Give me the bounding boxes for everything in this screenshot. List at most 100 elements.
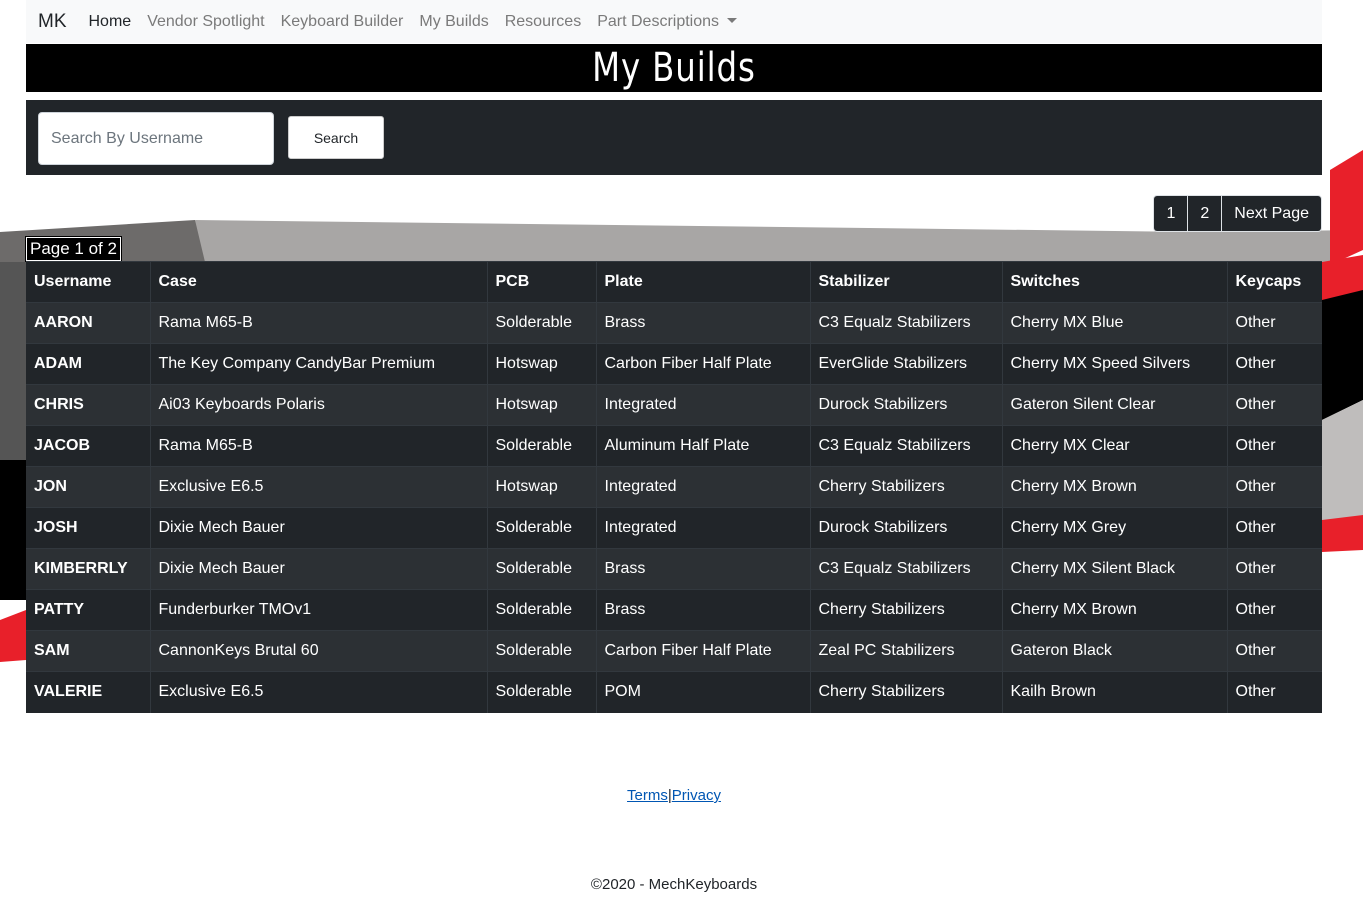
- cell-username: JOSH: [26, 507, 150, 549]
- cell-pcb: Solderable: [486, 507, 596, 549]
- cell-switches: Gateron Silent Clear: [1001, 384, 1227, 426]
- cell-pcb: Hotswap: [486, 343, 596, 385]
- cell-stabilizer: Durock Stabilizers: [809, 507, 1002, 549]
- caret-down-icon: [727, 17, 738, 23]
- cell-pcb: Solderable: [486, 425, 596, 467]
- cell-pcb: Solderable: [486, 671, 596, 713]
- cell-keycaps: Other: [1226, 425, 1322, 467]
- cell-stabilizer: Cherry Stabilizers: [809, 671, 1002, 713]
- col-pcb: PCB: [486, 261, 596, 303]
- cell-switches: Cherry MX Silent Black: [1001, 548, 1227, 590]
- cell-pcb: Hotswap: [486, 466, 596, 508]
- cell-keycaps: Other: [1226, 671, 1322, 713]
- next-page-button[interactable]: Next Page: [1221, 196, 1321, 231]
- nav-keyboard-builder[interactable]: Keyboard Builder: [281, 13, 404, 31]
- cell-username: CHRIS: [26, 384, 150, 426]
- cell-case: The Key Company CandyBar Premium: [149, 343, 487, 385]
- cell-plate: Integrated: [595, 466, 810, 508]
- cell-switches: Cherry MX Grey: [1001, 507, 1227, 549]
- col-keycaps: Keycaps: [1226, 261, 1322, 303]
- page-title: My Builds: [592, 45, 756, 91]
- title-banner: My Builds: [26, 44, 1322, 92]
- brand-logo[interactable]: MK: [26, 11, 67, 33]
- table-row: ADAM The Key Company CandyBar Premium Hots…: [26, 343, 1322, 385]
- nav-part-descriptions-label: Part Descriptions: [597, 12, 720, 30]
- nav-resources[interactable]: Resources: [505, 13, 581, 31]
- cell-switches: Kailh Brown: [1001, 671, 1227, 713]
- cell-keycaps: Other: [1226, 384, 1322, 426]
- cell-stabilizer: Zeal PC Stabilizers: [809, 630, 1002, 672]
- cell-username: PATTY: [26, 589, 150, 631]
- terms-link[interactable]: Terms: [627, 787, 668, 804]
- nav-vendor-spotlight[interactable]: Vendor Spotlight: [147, 13, 264, 31]
- cell-keycaps: Other: [1226, 302, 1322, 344]
- table-row: AARON Rama M65-B Solderable Brass C3 Equalz …: [26, 302, 1322, 344]
- cell-switches: Cherry MX Brown: [1001, 589, 1227, 631]
- cell-case: Rama M65-B: [149, 302, 487, 344]
- cell-plate: Carbon Fiber Half Plate: [595, 343, 810, 385]
- cell-keycaps: Other: [1226, 343, 1322, 385]
- search-panel: Search: [26, 100, 1322, 175]
- cell-stabilizer: Durock Stabilizers: [809, 384, 1002, 426]
- cell-stabilizer: C3 Equalz Stabilizers: [809, 425, 1002, 467]
- cell-plate: Carbon Fiber Half Plate: [595, 630, 810, 672]
- col-stabilizer: Stabilizer: [809, 261, 1002, 303]
- cell-stabilizer: Cherry Stabilizers: [809, 589, 1002, 631]
- table-row: VALERIE Exclusive E6.5 Solderable POM Cherry…: [26, 671, 1322, 713]
- page-indicator: Page 1 of 2: [25, 236, 122, 262]
- cell-plate: POM: [595, 671, 810, 713]
- cell-pcb: Hotswap: [486, 384, 596, 426]
- cell-username: VALERIE: [26, 671, 150, 713]
- table-row: CHRIS Ai03 Keyboards Polaris Hotswap Integr…: [26, 384, 1322, 426]
- cell-pcb: Solderable: [486, 548, 596, 590]
- cell-username: JON: [26, 466, 150, 508]
- table-row: JON Exclusive E6.5 Hotswap Integrated Cherry…: [26, 466, 1322, 508]
- cell-plate: Brass: [595, 302, 810, 344]
- cell-keycaps: Other: [1226, 630, 1322, 672]
- search-button[interactable]: Search: [287, 115, 385, 160]
- cell-stabilizer: C3 Equalz Stabilizers: [809, 302, 1002, 344]
- pagination: 1 2 Next Page: [1153, 195, 1322, 232]
- cell-username: JACOB: [26, 425, 150, 467]
- cell-switches: Cherry MX Clear: [1001, 425, 1227, 467]
- cell-switches: Gateron Black: [1001, 630, 1227, 672]
- cell-plate: Brass: [595, 589, 810, 631]
- col-case: Case: [149, 261, 487, 303]
- nav-my-builds[interactable]: My Builds: [419, 13, 488, 31]
- cell-keycaps: Other: [1226, 466, 1322, 508]
- nav-home[interactable]: Home: [89, 13, 132, 31]
- copyright: ©2020 - MechKeyboards: [590, 876, 758, 893]
- nav-part-descriptions-dropdown[interactable]: Part Descriptions: [597, 12, 738, 31]
- cell-switches: Cherry MX Brown: [1001, 466, 1227, 508]
- col-plate: Plate: [595, 261, 810, 303]
- cell-username: ADAM: [26, 343, 150, 385]
- cell-keycaps: Other: [1226, 548, 1322, 590]
- page-1-button[interactable]: 1: [1154, 196, 1188, 231]
- cell-keycaps: Other: [1226, 589, 1322, 631]
- table-header-row: Username Case PCB Plate Stabilizer Switc…: [26, 261, 1322, 303]
- search-input[interactable]: [38, 112, 274, 165]
- cell-case: Ai03 Keyboards Polaris: [149, 384, 487, 426]
- table-row: JOSH Dixie Mech Bauer Solderable Integrated…: [26, 507, 1322, 549]
- cell-case: Exclusive E6.5: [149, 671, 487, 713]
- col-switches: Switches: [1001, 261, 1227, 303]
- cell-case: Funderburker TMOv1: [149, 589, 487, 631]
- cell-plate: Integrated: [595, 507, 810, 549]
- cell-keycaps: Other: [1226, 507, 1322, 549]
- cell-username: KIMBERRLY: [26, 548, 150, 590]
- footer-links: Terms|Privacy: [0, 787, 1348, 804]
- table-row: PATTY Funderburker TMOv1 Solderable Brass Ch…: [26, 589, 1322, 631]
- cell-case: Dixie Mech Bauer: [149, 548, 487, 590]
- navbar: MK Home Vendor Spotlight Keyboard Builde…: [26, 0, 1322, 43]
- col-username: Username: [26, 261, 150, 303]
- cell-pcb: Solderable: [486, 302, 596, 344]
- table-row: KIMBERRLY Dixie Mech Bauer Solderable Brass…: [26, 548, 1322, 590]
- cell-username: AARON: [26, 302, 150, 344]
- page-2-button[interactable]: 2: [1187, 196, 1222, 231]
- privacy-link[interactable]: Privacy: [672, 787, 721, 804]
- cell-username: SAM: [26, 630, 150, 672]
- cell-pcb: Solderable: [486, 589, 596, 631]
- table-row: JACOB Rama M65-B Solderable Aluminum Half P…: [26, 425, 1322, 467]
- cell-plate: Aluminum Half Plate: [595, 425, 810, 467]
- table-row: SAM CannonKeys Brutal 60 Solderable Carbon …: [26, 630, 1322, 672]
